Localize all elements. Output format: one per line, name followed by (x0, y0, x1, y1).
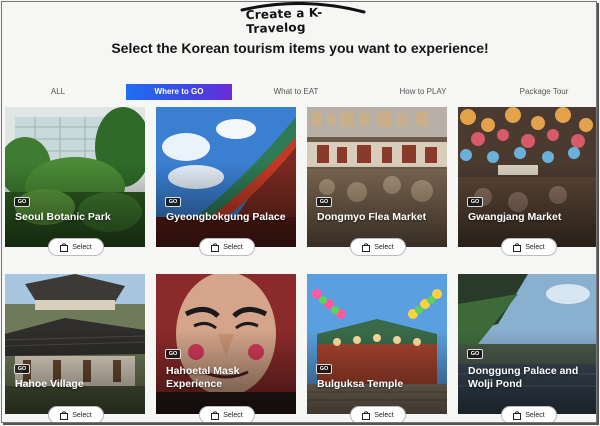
go-badge: GO (14, 364, 30, 374)
select-button[interactable]: Select (350, 238, 406, 256)
card-hahoe-village[interactable]: GO Hahoe Village (5, 274, 145, 414)
page-frame: Create a K-Travelog Select the Korean to… (1, 1, 597, 423)
tab-how-to-play[interactable]: How to PLAY (388, 84, 458, 100)
shopping-bag-icon (60, 242, 69, 252)
shopping-bag-icon (513, 242, 522, 252)
card-title: Bulguksa Temple (317, 378, 404, 390)
logo: Create a K-Travelog (236, 2, 370, 36)
go-badge: GO (165, 349, 181, 359)
card-dongmyo-flea-market[interactable]: GO Dongmyo Flea Market (307, 107, 447, 247)
select-button[interactable]: Select (501, 238, 557, 256)
go-badge: GO (316, 197, 332, 207)
tab-where-to-go[interactable]: Where to GO (126, 84, 232, 100)
select-button-label: Select (525, 411, 545, 419)
card-title: Hahoe Village (15, 378, 84, 390)
select-button[interactable]: Select (199, 406, 255, 422)
select-button-label: Select (223, 411, 243, 419)
shopping-bag-icon (211, 242, 220, 252)
tab-all[interactable]: ALL (30, 84, 86, 100)
select-button-label: Select (525, 243, 545, 251)
go-badge: GO (165, 197, 181, 207)
card-title: Dongmyo Flea Market (317, 211, 427, 223)
shopping-bag-icon (362, 242, 371, 252)
card-gwangjang-market[interactable]: GO Gwangjang Market (458, 107, 596, 247)
select-button[interactable]: Select (199, 238, 255, 256)
logo-text: Create a K-Travelog (245, 5, 323, 37)
select-button[interactable]: Select (48, 406, 104, 422)
select-button-label: Select (374, 243, 394, 251)
select-button-label: Select (72, 411, 92, 419)
tab-package-tour[interactable]: Package Tour (508, 84, 580, 100)
card-title: Donggung Palace and Wolji Pond (468, 365, 579, 390)
card-title: Gyeongbokgung Palace (166, 211, 286, 223)
card-title: Seoul Botanic Park (15, 211, 111, 223)
card-bulguksa-temple[interactable]: GO Bulguksa Temple (307, 274, 447, 414)
select-button-label: Select (223, 243, 243, 251)
select-button[interactable]: Select (350, 406, 406, 422)
go-badge: GO (14, 197, 30, 207)
select-button-label: Select (374, 411, 394, 419)
go-badge: GO (467, 349, 483, 359)
shopping-bag-icon (362, 410, 371, 420)
card-gyeongbokgung-palace[interactable]: GO Gyeongbokgung Palace (156, 107, 296, 247)
select-button[interactable]: Select (48, 238, 104, 256)
card-title: Gwangjang Market (468, 211, 562, 223)
shopping-bag-icon (513, 410, 522, 420)
go-badge: GO (316, 364, 332, 374)
category-tabs: ALL Where to GO What to EAT How to PLAY … (2, 84, 596, 102)
go-badge: GO (467, 197, 483, 207)
shopping-bag-icon (60, 410, 69, 420)
card-seoul-botanic-park[interactable]: GO Seoul Botanic Park (5, 107, 145, 247)
page-subtitle: Select the Korean tourism items you want… (111, 40, 489, 56)
card-hahoetal-mask-experience[interactable]: GO Hahoetal Mask Experience (156, 274, 296, 414)
card-donggung-palace-and-wolji-pond[interactable]: GO Donggung Palace and Wolji Pond (458, 274, 596, 414)
select-button[interactable]: Select (501, 406, 557, 422)
shopping-bag-icon (211, 410, 220, 420)
tab-what-to-eat[interactable]: What to EAT (264, 84, 328, 100)
select-button-label: Select (72, 243, 92, 251)
card-title: Hahoetal Mask Experience (166, 365, 240, 390)
